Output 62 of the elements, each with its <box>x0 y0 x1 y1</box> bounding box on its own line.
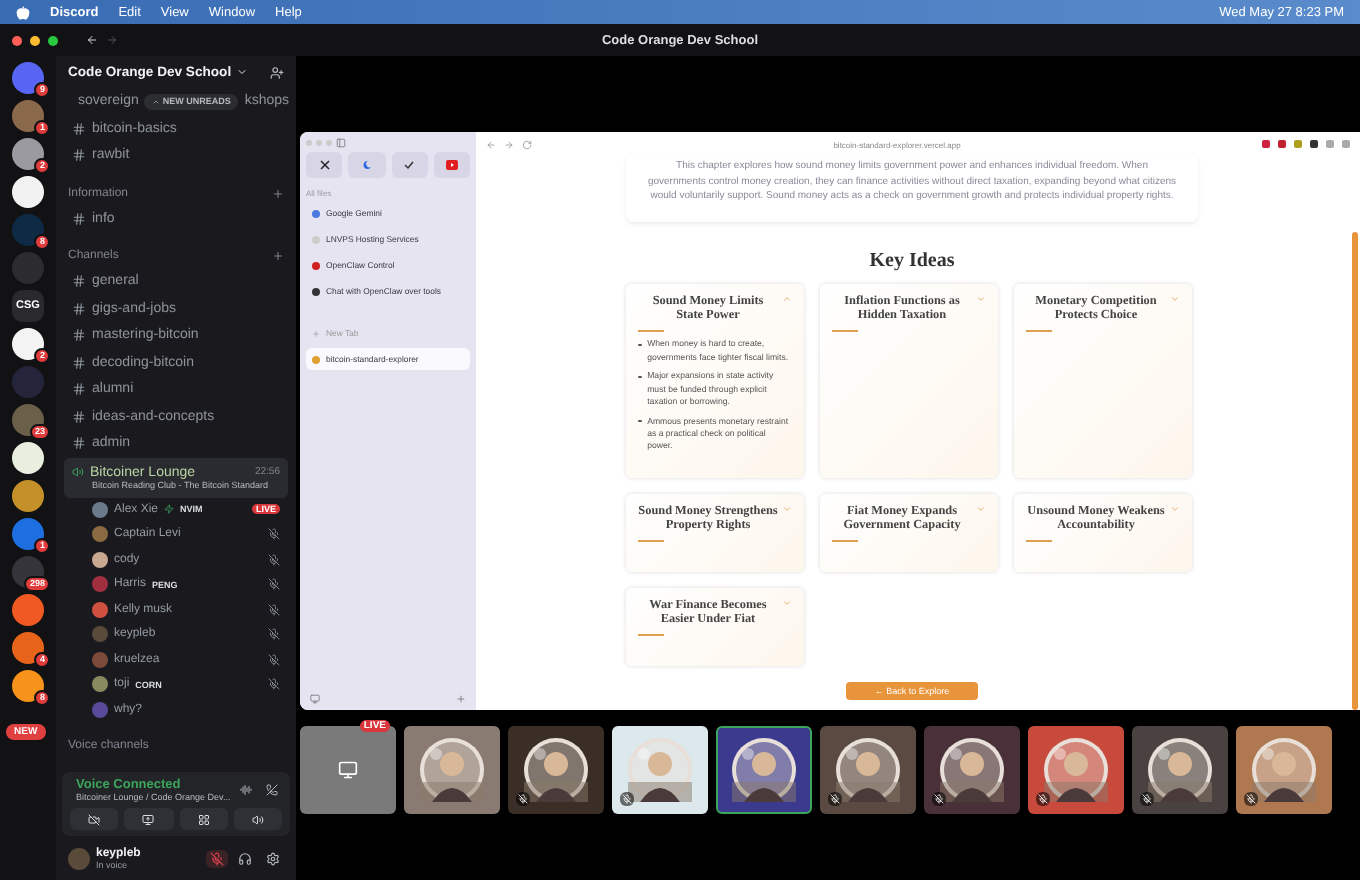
hash-icon <box>72 301 86 316</box>
participant-tile[interactable] <box>404 726 500 814</box>
scrollbar[interactable] <box>1352 232 1358 710</box>
check-icon <box>404 160 415 170</box>
speaker-icon <box>251 813 264 825</box>
hash-icon <box>72 274 86 289</box>
soundboard-button[interactable] <box>233 808 282 830</box>
server-icon[interactable] <box>12 480 44 512</box>
close-button[interactable] <box>12 35 22 45</box>
user-avatar <box>68 847 90 869</box>
participant-tile[interactable] <box>612 726 708 814</box>
minimize-button[interactable] <box>30 35 40 45</box>
monitor-icon <box>338 760 358 780</box>
play-icon <box>445 160 458 170</box>
participant-tile[interactable] <box>1028 726 1124 814</box>
forward-icon[interactable] <box>504 139 514 149</box>
x-logo-icon <box>319 160 330 170</box>
back-icon[interactable] <box>86 34 98 46</box>
headphones-button[interactable] <box>234 849 256 867</box>
hash-icon <box>72 409 86 424</box>
camera-off-icon <box>88 813 101 825</box>
invite-icon[interactable] <box>270 65 284 79</box>
mute-button[interactable] <box>206 849 228 867</box>
screen-share-icon <box>142 813 155 825</box>
settings-button[interactable] <box>262 849 284 867</box>
participant-tile[interactable] <box>1236 726 1332 814</box>
pinned-tab[interactable] <box>433 152 470 178</box>
hash-icon <box>72 148 86 163</box>
add-channel-icon[interactable] <box>272 250 284 262</box>
participant-tile[interactable] <box>924 726 1020 814</box>
hash-icon <box>72 382 86 397</box>
library-icon[interactable] <box>310 694 320 704</box>
reload-icon[interactable] <box>522 139 532 149</box>
moon-icon <box>361 160 372 170</box>
sidebar-icon[interactable] <box>336 138 346 148</box>
participant-tile[interactable] <box>820 726 916 814</box>
hash-icon <box>72 436 86 451</box>
hash-icon <box>72 355 86 370</box>
server-icon[interactable] <box>12 442 44 474</box>
hash-icon <box>72 211 86 226</box>
chevron-down-icon[interactable] <box>235 66 248 78</box>
server-icon[interactable] <box>12 176 44 208</box>
apple-icon[interactable] <box>16 5 30 19</box>
participant-tile[interactable] <box>1132 726 1228 814</box>
activities-button[interactable] <box>179 808 228 830</box>
pinned-tab[interactable] <box>306 152 343 178</box>
disconnect-button[interactable] <box>262 782 283 798</box>
maximize-button[interactable] <box>48 35 58 45</box>
grid-icon <box>197 813 210 825</box>
pinned-tab[interactable] <box>391 152 428 178</box>
add-channel-icon[interactable] <box>272 187 284 199</box>
add-icon[interactable] <box>456 694 466 704</box>
hash-icon <box>72 121 86 136</box>
lightning-icon <box>164 504 175 515</box>
pinned-tab[interactable] <box>348 152 385 178</box>
screen-share-button[interactable] <box>124 808 173 830</box>
camera-button[interactable] <box>70 808 119 830</box>
participant-tile[interactable] <box>508 726 604 814</box>
hash-icon <box>72 328 86 343</box>
speaker-icon <box>72 466 84 478</box>
participant-tile[interactable] <box>716 726 812 814</box>
section-heading: Key Ideas <box>869 249 955 272</box>
